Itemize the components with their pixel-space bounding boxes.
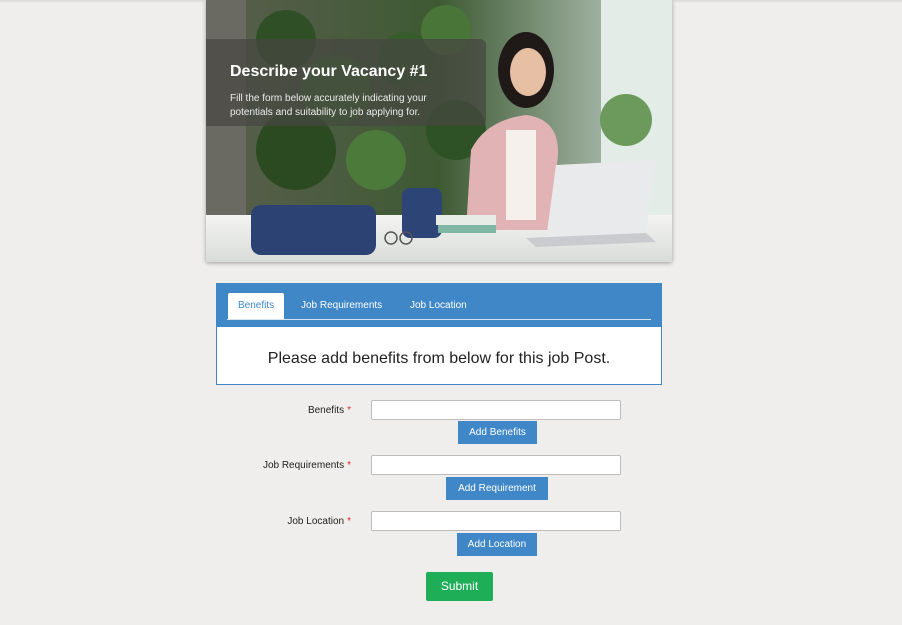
- tab-benefits[interactable]: Benefits: [228, 293, 285, 320]
- job-location-label: Job Location *: [201, 516, 351, 527]
- add-benefits-button[interactable]: Add Benefits: [458, 421, 537, 444]
- tab-underline: [227, 319, 651, 320]
- hero-title: Describe your Vacancy #1: [230, 63, 428, 80]
- required-mark: *: [347, 516, 351, 527]
- tab-job-location[interactable]: Job Location: [410, 293, 467, 319]
- benefits-label: Benefits *: [201, 405, 351, 416]
- required-mark: *: [347, 405, 351, 416]
- hero-banner: Describe your Vacancy #1 Fill the form b…: [206, 0, 672, 262]
- benefits-input[interactable]: [371, 400, 621, 420]
- job-location-label-text: Job Location: [287, 516, 345, 527]
- tab-header: Benefits Job Requirements Job Location: [217, 284, 661, 327]
- add-location-button[interactable]: Add Location: [457, 533, 537, 556]
- add-requirement-button[interactable]: Add Requirement: [446, 477, 548, 500]
- submit-button[interactable]: Submit: [426, 572, 493, 601]
- job-location-input[interactable]: [371, 511, 621, 531]
- tab-panel: Benefits Job Requirements Job Location P…: [216, 283, 662, 385]
- tab-content-text: Please add benefits from below for this …: [267, 350, 611, 367]
- benefits-label-text: Benefits: [307, 405, 345, 416]
- hero-subtitle: Fill the form below accurately indicatin…: [230, 93, 427, 118]
- job-requirements-input[interactable]: [371, 455, 621, 475]
- job-requirements-label-text: Job Requirements: [262, 460, 345, 471]
- required-mark: *: [347, 460, 351, 471]
- tab-job-requirements[interactable]: Job Requirements: [301, 293, 382, 319]
- hero-text-overlay: Describe your Vacancy #1 Fill the form b…: [206, 39, 486, 126]
- job-requirements-label: Job Requirements *: [201, 460, 351, 471]
